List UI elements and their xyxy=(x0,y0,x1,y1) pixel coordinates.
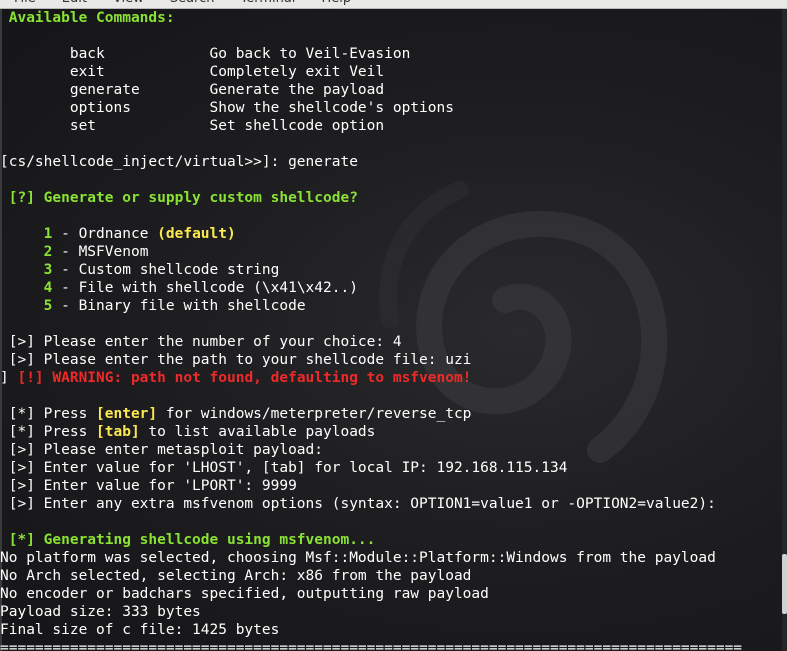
terminal-text-segment: exit Completely exit Veil xyxy=(0,64,385,80)
terminal-line: 4 - File with shellcode (\x41\x42..) xyxy=(0,279,782,297)
terminal-text-segment: 5 xyxy=(0,298,53,314)
terminal-text-segment: [>] Please enter metasploit payload: xyxy=(0,442,324,458)
terminal-text-segment: 3 xyxy=(0,262,53,278)
terminal-line: ] [!] WARNING: path not found, defaultin… xyxy=(0,369,782,387)
terminal-text-segment: 4 xyxy=(0,280,53,296)
terminal-text-segment: for windows/meterpreter/reverse_tcp xyxy=(157,406,472,422)
terminal-text-segment: back Go back to Veil-Evasion xyxy=(0,46,411,62)
menu-search[interactable]: Search xyxy=(170,0,215,6)
terminal-text-segment: [>] Enter value for 'LHOST', [tab] for l… xyxy=(0,460,568,476)
terminal-text-segment: (default) xyxy=(157,226,236,242)
terminal-text-segment: Final size of c file: 1425 bytes xyxy=(0,622,280,638)
terminal-text-segment: [>] Please enter the number of your choi… xyxy=(0,334,402,350)
terminal-text-segment: [enter] xyxy=(96,406,158,422)
terminal-text-segment: - File with shellcode (\x41\x42..) xyxy=(52,280,358,296)
menu-items: File Edit View Search Terminal Help xyxy=(14,0,351,6)
terminal-text-segment: [>] Enter value for 'LPORT': 9999 xyxy=(0,478,297,494)
terminal-text-segment: ] xyxy=(0,370,18,386)
terminal-line: generate Generate the payload xyxy=(0,81,782,99)
menu-bar: File Edit View Search Terminal Help xyxy=(0,0,787,9)
terminal-text-segment: Available Commands: xyxy=(0,10,175,26)
terminal-line: ========================================… xyxy=(0,639,782,651)
terminal-line: No encoder or badchars specified, output… xyxy=(0,585,782,603)
menu-edit[interactable]: Edit xyxy=(62,0,87,6)
terminal-line: [*] Press [tab] to list available payloa… xyxy=(0,423,782,441)
terminal-line: Available Commands: xyxy=(0,9,782,27)
terminal-line: Final size of c file: 1425 bytes xyxy=(0,621,782,639)
terminal-text-segment: [>] Enter any extra msfvenom options (sy… xyxy=(0,496,716,512)
terminal-line: exit Completely exit Veil xyxy=(0,63,782,81)
terminal-text-segment: generate Generate the payload xyxy=(0,82,385,98)
terminal-text-segment: [>] Please enter the path to your shellc… xyxy=(0,352,472,368)
terminal-text-segment: to list available payloads xyxy=(139,424,376,440)
terminal-line: options Show the shellcode's options xyxy=(0,99,782,117)
scrollbar-thumb[interactable] xyxy=(782,554,787,614)
terminal-text-segment: - MSFVenom xyxy=(52,244,149,260)
terminal-line: [*] Press [enter] for windows/meterprete… xyxy=(0,405,782,423)
terminal-line: set Set shellcode option xyxy=(0,117,782,135)
terminal-line: [?] Generate or supply custom shellcode? xyxy=(0,189,782,207)
terminal-text-segment: set Set shellcode option xyxy=(0,118,385,134)
terminal-line: Payload size: 333 bytes xyxy=(0,603,782,621)
terminal-line: [>] Please enter metasploit payload: xyxy=(0,441,782,459)
terminal-output[interactable]: Available Commands: back Go back to Veil… xyxy=(0,9,782,651)
terminal-line: 2 - MSFVenom xyxy=(0,243,782,261)
terminal-text-segment: 2 xyxy=(0,244,53,260)
menu-help[interactable]: Help xyxy=(321,0,351,6)
terminal-text-segment: [tab] xyxy=(96,424,140,440)
menu-view[interactable]: View xyxy=(113,0,144,6)
terminal-line: [cs/shellcode_inject/virtual>>]: generat… xyxy=(0,153,782,171)
terminal-text-segment: [*] Generating shellcode using msfvenom.… xyxy=(0,532,376,548)
terminal-line: 5 - Binary file with shellcode xyxy=(0,297,782,315)
terminal-text-segment: options Show the shellcode's options xyxy=(0,100,454,116)
terminal-text-segment: [!] WARNING: path not found, defaulting … xyxy=(17,370,472,386)
scrollbar[interactable] xyxy=(782,9,787,651)
terminal-text-segment: No encoder or badchars specified, output… xyxy=(0,586,489,602)
terminal-text-segment: [*] Press xyxy=(0,406,97,422)
terminal-line: [>] Please enter the path to your shellc… xyxy=(0,351,782,369)
terminal-text-segment: - Custom shellcode string xyxy=(52,262,280,278)
menu-terminal[interactable]: Terminal xyxy=(240,0,295,6)
terminal-line: [>] Enter any extra msfvenom options (sy… xyxy=(0,495,782,513)
terminal-text-segment: Payload size: 333 bytes xyxy=(0,604,201,620)
terminal-text-segment: [cs/shellcode_inject/virtual>>]: generat… xyxy=(0,154,358,170)
terminal-text-segment: - Binary file with shellcode xyxy=(52,298,306,314)
terminal-text-segment: 1 xyxy=(0,226,53,242)
terminal-line: [>] Please enter the number of your choi… xyxy=(0,333,782,351)
terminal-text-segment: ========================================… xyxy=(0,640,743,651)
terminal-line: [>] Enter value for 'LPORT': 9999 xyxy=(0,477,782,495)
terminal-text-segment: [*] Press xyxy=(0,424,97,440)
terminal-line: [*] Generating shellcode using msfvenom.… xyxy=(0,531,782,549)
terminal-text-segment: [?] Generate or supply custom shellcode? xyxy=(0,190,358,206)
terminal-text-segment: No platform was selected, choosing Msf::… xyxy=(0,550,716,566)
terminal-line: No Arch selected, selecting Arch: x86 fr… xyxy=(0,567,782,585)
terminal-text-segment: No Arch selected, selecting Arch: x86 fr… xyxy=(0,568,472,584)
terminal-line: No platform was selected, choosing Msf::… xyxy=(0,549,782,567)
terminal-window: File Edit View Search Terminal Help Available… xyxy=(0,0,787,651)
terminal-line: [>] Enter value for 'LHOST', [tab] for l… xyxy=(0,459,782,477)
terminal-line: 3 - Custom shellcode string xyxy=(0,261,782,279)
terminal-line: 1 - Ordnance (default) xyxy=(0,225,782,243)
terminal-text-segment: - Ordnance xyxy=(52,226,158,242)
menu-file[interactable]: File xyxy=(14,0,36,6)
terminal-line: back Go back to Veil-Evasion xyxy=(0,45,782,63)
